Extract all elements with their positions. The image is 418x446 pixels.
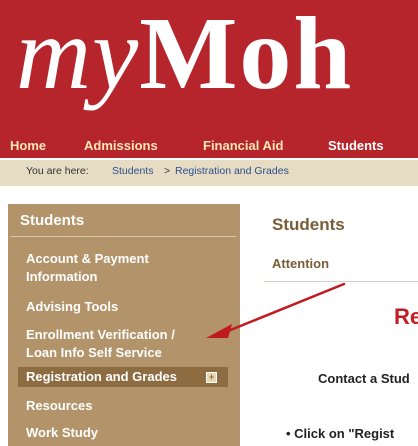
sidebar-item-label: Account & Payment	[26, 251, 149, 266]
site-logo[interactable]: myMoh	[16, 0, 353, 114]
nav-financial-aid[interactable]: Financial Aid	[203, 136, 283, 156]
sidebar-item-label: Advising Tools	[26, 299, 119, 314]
sidebar-item-label: Resources	[26, 398, 93, 413]
nav-home[interactable]: Home	[10, 136, 46, 156]
sidebar-item-account-payment[interactable]: Account & Payment Information	[26, 250, 149, 286]
sidebar-item-resources[interactable]: Resources	[26, 397, 92, 415]
sidebar-item-enrollment-verification[interactable]: Enrollment Verification / Loan Info Self…	[26, 326, 175, 362]
nav-students[interactable]: Students	[328, 136, 384, 156]
page-title: Students	[272, 215, 345, 234]
sidebar-item-label: Enrollment Verification /	[26, 327, 175, 342]
content-divider	[264, 281, 418, 282]
section-heading: Re	[394, 304, 418, 329]
sidebar-divider	[10, 236, 236, 237]
contact-text: Contact a Stud	[318, 371, 410, 386]
sidebar-item-advising-tools[interactable]: Advising Tools	[26, 298, 118, 316]
instruction-bullet: • Click on "Regist	[286, 426, 395, 441]
sidebar-item-label: Loan Info Self Service	[26, 345, 162, 360]
expand-plus-icon[interactable]: +	[206, 372, 217, 383]
attention-heading: Attention	[272, 256, 330, 271]
sidebar-title: Students	[20, 212, 85, 229]
sidebar-item-label: Registration and Grades	[26, 369, 177, 384]
breadcrumb-prefix: You are here:	[26, 165, 89, 177]
breadcrumb-current[interactable]: Registration and Grades	[175, 165, 289, 177]
breadcrumb-separator: >	[164, 165, 171, 177]
sidebar-item-label: Information	[26, 269, 98, 284]
sidebar-item-work-study[interactable]: Work Study	[26, 424, 98, 442]
breadcrumb-link-students[interactable]: Students	[112, 165, 153, 177]
sidebar-item-label: Work Study	[26, 425, 98, 440]
sidebar-item-registration-grades[interactable]: Registration and Grades	[26, 368, 177, 386]
nav-admissions[interactable]: Admissions	[84, 136, 158, 156]
